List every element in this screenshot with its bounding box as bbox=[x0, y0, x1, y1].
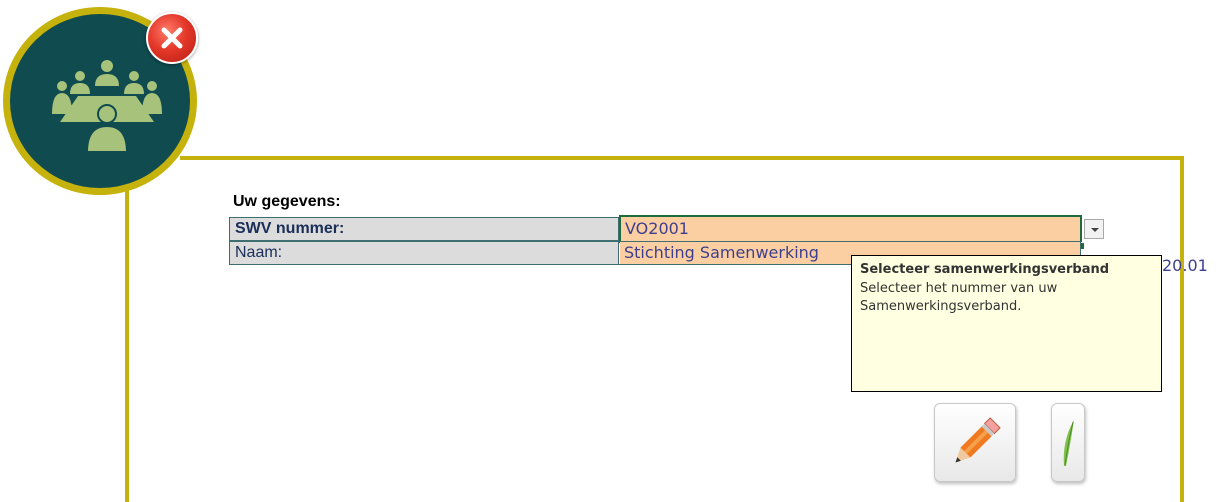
secondary-button[interactable] bbox=[1051, 403, 1085, 482]
swv-number-row: SWV nummer: VO2001 bbox=[229, 215, 1082, 243]
frame-right-border bbox=[1180, 156, 1184, 502]
tooltip-body: Selecteer het nummer van uw Samenwerking… bbox=[860, 280, 1153, 316]
tooltip-body-line: Selecteer het nummer van uw bbox=[860, 281, 1058, 296]
swv-number-cell[interactable]: VO2001 bbox=[619, 215, 1082, 243]
swv-dropdown-button[interactable] bbox=[1084, 219, 1104, 239]
naam-label: Naam: bbox=[230, 242, 619, 264]
tooltip-title: Selecteer samenwerkingsverband bbox=[860, 262, 1110, 277]
edit-button[interactable] bbox=[934, 403, 1016, 482]
leaf-icon bbox=[1063, 420, 1074, 466]
meeting-group-icon bbox=[52, 60, 162, 153]
close-button[interactable] bbox=[146, 12, 198, 64]
pencil-icon bbox=[955, 417, 1001, 463]
section-heading: Uw gegevens: bbox=[233, 193, 341, 210]
frame-left-border bbox=[125, 175, 129, 502]
close-icon bbox=[161, 27, 183, 49]
overflow-cell-text: 20.01 bbox=[1162, 256, 1208, 275]
swv-number-label: SWV nummer: bbox=[230, 218, 619, 240]
input-message-tooltip: Selecteer samenwerkingsverband Selecteer… bbox=[851, 255, 1162, 392]
tooltip-body-line: Samenwerkingsverband. bbox=[860, 299, 1022, 314]
frame-top-border bbox=[180, 156, 1184, 160]
